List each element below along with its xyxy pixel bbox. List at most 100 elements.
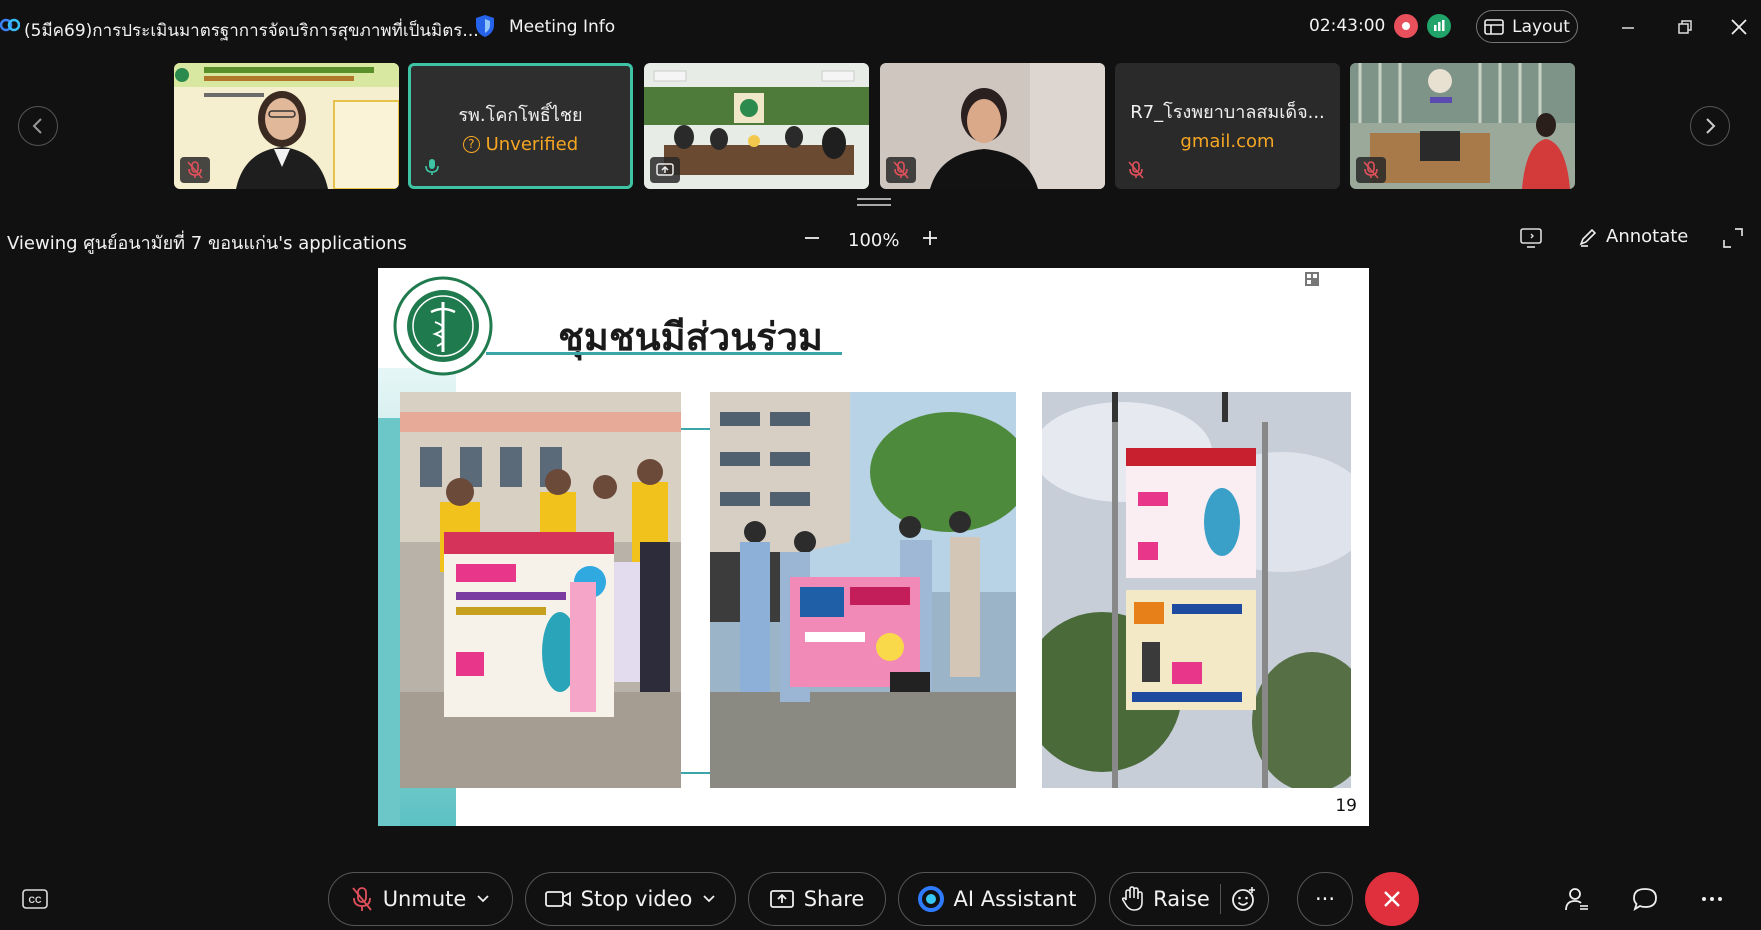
share-screen-icon <box>769 890 794 908</box>
network-stats-icon[interactable] <box>1427 14 1451 38</box>
annotate-label: Annotate <box>1606 226 1689 247</box>
chat-button[interactable] <box>1631 885 1659 913</box>
participant-tile[interactable] <box>174 63 399 189</box>
more-icon: ··· <box>1314 887 1336 911</box>
shield-icon[interactable] <box>474 14 496 38</box>
captions-icon[interactable]: CC <box>22 888 48 910</box>
chevron-left-icon <box>32 118 42 134</box>
layout-label: Layout <box>1512 16 1570 37</box>
restore-icon <box>1678 20 1692 34</box>
raise-label: Raise <box>1153 887 1210 911</box>
ai-assistant-button[interactable]: AI Assistant <box>898 872 1096 926</box>
layout-icon <box>1484 18 1504 35</box>
shared-slide: ชุมชนมีส่วนร่วม 19 <box>378 268 1369 826</box>
restore-button[interactable] <box>1670 12 1700 42</box>
app-logo-icon <box>0 18 20 32</box>
muted-mic-badge <box>180 157 210 183</box>
more-options-button[interactable]: ··· <box>1297 872 1353 926</box>
photo-connector <box>681 428 711 430</box>
muted-mic-badge <box>1356 157 1386 183</box>
mic-off-icon <box>893 161 909 179</box>
more-menu-button[interactable] <box>1698 885 1726 913</box>
strip-resize-handle[interactable] <box>857 197 891 207</box>
zoom-in-button[interactable] <box>918 226 942 250</box>
stop-video-button[interactable]: Stop video <box>525 872 736 926</box>
close-icon <box>1384 891 1400 907</box>
layout-button[interactable]: Layout <box>1476 10 1578 43</box>
unmute-button[interactable]: Unmute <box>328 872 513 926</box>
chevron-right-icon <box>1706 118 1716 134</box>
question-icon: ? <box>462 136 480 153</box>
raise-hand-button[interactable]: Raise <box>1109 872 1269 926</box>
meeting-info-link[interactable]: Meeting Info <box>509 17 615 37</box>
participant-tile[interactable] <box>880 63 1105 189</box>
chat-icon <box>1633 888 1657 911</box>
mic-off-icon <box>351 887 372 911</box>
ai-assistant-label: AI Assistant <box>953 887 1077 911</box>
participant-tile[interactable]: R7_โรงพยาบาลสมเด็จ... gmail.com <box>1115 63 1340 189</box>
community-photo-3 <box>1042 392 1351 788</box>
participant-email: gmail.com <box>1180 131 1275 152</box>
minus-icon <box>805 237 819 239</box>
viewing-label: Viewing ศูนย์อนามัยที่ 7 ขอนแก่น's appli… <box>7 233 407 254</box>
chevron-down-icon <box>477 895 489 903</box>
meeting-window: (5มีค69)การประเมินมาตรฐาการจัดบริการสุขภ… <box>0 0 1761 930</box>
slide-accent-strip <box>378 418 400 826</box>
title-bar: (5มีค69)การประเมินมาตรฐาการจัดบริการสุขภ… <box>0 0 1761 56</box>
plus-icon <box>923 231 937 245</box>
participant-tile[interactable] <box>644 63 869 189</box>
muted-mic-badge <box>886 157 916 183</box>
stop-video-label: Stop video <box>580 887 693 911</box>
share-button[interactable]: Share <box>748 872 886 926</box>
fullscreen-icon[interactable] <box>1722 227 1744 249</box>
participant-tile-active[interactable]: รพ.โคกโพธิ์ไชย ? Unverified <box>408 63 633 189</box>
mic-icon <box>425 159 439 175</box>
next-participants-button[interactable] <box>1690 106 1730 146</box>
mic-off-icon <box>1363 161 1379 179</box>
photo-connector <box>681 772 711 774</box>
meeting-title: (5มีค69)การประเมินมาตรฐาการจัดบริการสุขภ… <box>24 21 479 41</box>
qr-code-icon <box>1305 272 1319 286</box>
chevron-down-icon <box>703 895 716 903</box>
close-button[interactable] <box>1724 12 1754 42</box>
zoom-level: 100% <box>848 230 900 251</box>
end-call-button[interactable] <box>1365 872 1419 926</box>
hand-icon <box>1122 886 1143 911</box>
minimize-button[interactable] <box>1613 12 1643 42</box>
video-camera-icon <box>544 891 571 907</box>
participant-tile[interactable] <box>1350 63 1575 189</box>
meeting-timer: 02:43:00 <box>1309 16 1386 36</box>
divider <box>1219 884 1221 914</box>
community-photo-2 <box>710 392 1016 788</box>
screen-share-icon <box>656 163 674 176</box>
title-underline <box>486 352 842 355</box>
recording-icon[interactable] <box>1394 14 1418 38</box>
participants-icon <box>1565 888 1588 911</box>
screen-share-badge <box>650 157 680 183</box>
mic-off-icon <box>1128 161 1144 179</box>
participant-unverified: ? Unverified <box>411 134 630 155</box>
mic-on-badge <box>417 154 447 180</box>
participant-name: R7_โรงพยาบาลสมเด็จ... <box>1130 102 1325 123</box>
svg-text:CC: CC <box>29 895 42 905</box>
mic-off-icon <box>187 161 203 179</box>
prev-participants-button[interactable] <box>18 106 58 146</box>
unmute-label: Unmute <box>382 887 467 911</box>
participant-status: Unverified <box>485 134 579 155</box>
annotate-button[interactable]: Annotate <box>1578 226 1688 247</box>
slide-page-number: 19 <box>1335 796 1357 816</box>
reaction-emoji-icon[interactable] <box>1231 886 1257 912</box>
minimize-icon <box>1622 27 1634 29</box>
muted-mic-badge <box>1121 157 1151 183</box>
ministry-logo <box>393 276 493 376</box>
slide-title: ชุมชนมีส่วนร่วม <box>558 314 823 359</box>
share-label: Share <box>803 887 865 911</box>
ai-assistant-icon <box>917 886 944 912</box>
close-icon <box>1731 19 1747 35</box>
community-photo-1 <box>400 392 681 788</box>
more-horizontal-icon <box>1702 897 1722 901</box>
zoom-out-button[interactable] <box>800 226 824 250</box>
participants-button[interactable] <box>1563 885 1591 913</box>
view-options-icon[interactable] <box>1518 226 1546 250</box>
pen-icon <box>1579 228 1597 247</box>
